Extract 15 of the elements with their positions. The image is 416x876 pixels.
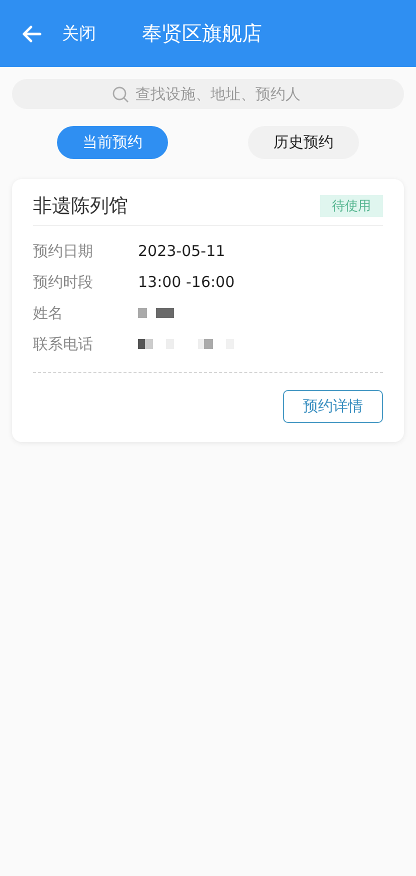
venue-name: 非遗陈列馆 xyxy=(33,194,128,219)
tab[interactable]: 历史预约 xyxy=(248,126,359,159)
tab[interactable]: 当前预约 xyxy=(57,126,168,159)
field-value: 13:00 -16:00 xyxy=(138,273,235,291)
field-label: 预约时段 xyxy=(33,272,94,292)
field-label: 预约日期 xyxy=(33,242,94,260)
search-field[interactable]: 查找设施、地址、预约人 xyxy=(12,79,404,109)
field-label: 姓名 xyxy=(33,304,64,322)
field-value: 2023-05-11 xyxy=(138,242,226,260)
status-tag: 待使用 xyxy=(320,195,383,217)
close-button[interactable]: 关闭 xyxy=(20,22,96,46)
page-title: 奉贤区旗舰店 xyxy=(142,20,262,47)
details-button[interactable]: 预约详情 xyxy=(283,390,383,423)
field-label: 联系电话 xyxy=(33,334,94,354)
search-icon xyxy=(112,86,129,103)
